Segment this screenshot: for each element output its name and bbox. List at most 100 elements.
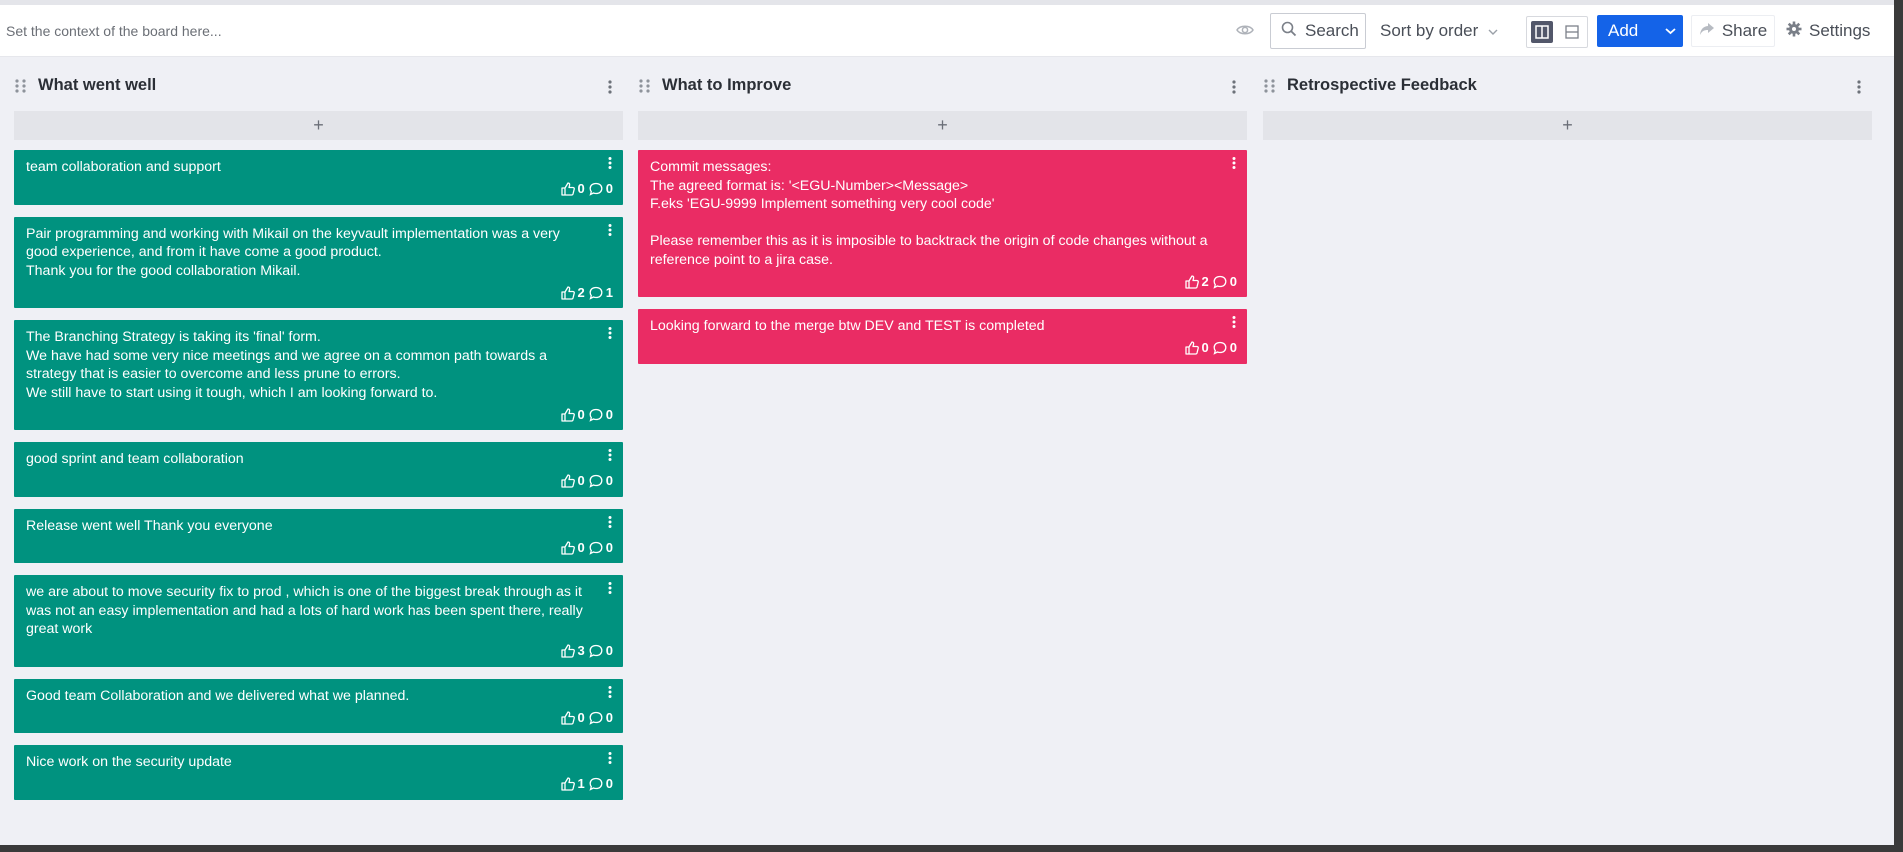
column-menu-icon[interactable] — [1230, 79, 1238, 95]
column-what-to-improve: What to Improve + Commit messages: The a… — [638, 70, 1248, 364]
board-context-input[interactable] — [6, 19, 606, 43]
retro-card[interactable]: Nice work on the security update 1 0 — [14, 745, 623, 800]
card-menu-icon[interactable] — [607, 685, 613, 699]
comment-count: 0 — [605, 709, 613, 725]
like-count: 2 — [577, 284, 585, 300]
comment-count: 0 — [605, 181, 613, 196]
like-button[interactable]: 0 — [560, 539, 585, 558]
comment-button[interactable]: 0 — [1213, 339, 1237, 358]
board-toolbar: Search Sort by order Add — [0, 5, 1894, 57]
like-button[interactable]: 0 — [560, 709, 585, 728]
column-menu-icon[interactable] — [1855, 79, 1863, 95]
retro-card[interactable]: The Branching Strategy is taking its 'fi… — [14, 320, 623, 430]
sort-label: Sort by order — [1380, 21, 1479, 40]
column-title: What went well — [38, 76, 157, 94]
share-button[interactable]: Share — [1691, 15, 1775, 47]
comment-button[interactable]: 0 — [589, 709, 613, 728]
comment-count: 0 — [605, 776, 613, 791]
comment-icon — [589, 286, 603, 300]
card-stats: 21 — [560, 284, 613, 303]
retro-card[interactable]: Looking forward to the merge btw DEV and… — [638, 309, 1247, 364]
card-menu-icon[interactable] — [607, 156, 613, 170]
card-text: we are about to move security fix to pro… — [26, 584, 587, 637]
comment-button[interactable]: 0 — [589, 775, 613, 794]
sort-dropdown[interactable]: Sort by order — [1380, 17, 1498, 45]
card-list: team collaboration and support 0 0 Pair pro… — [14, 150, 623, 812]
board-app: Search Sort by order Add — [0, 0, 1894, 845]
settings-button[interactable]: Settings — [1786, 15, 1870, 47]
comment-button[interactable]: 0 — [589, 180, 613, 199]
retro-card[interactable]: Release went well Thank you everyone 0 0 — [14, 508, 623, 563]
retro-card[interactable]: Good team Collaboration and we delivered… — [14, 678, 623, 733]
drag-handle-icon[interactable] — [638, 78, 652, 94]
comment-button[interactable]: 0 — [589, 472, 613, 491]
card-menu-icon[interactable] — [607, 326, 613, 340]
share-icon — [1699, 21, 1715, 41]
settings-label: Settings — [1809, 21, 1871, 40]
like-button[interactable]: 1 — [560, 775, 585, 794]
column-header: Retrospective Feedback — [1263, 70, 1873, 102]
search-button[interactable]: Search — [1270, 13, 1366, 49]
like-button[interactable]: 0 — [560, 180, 585, 199]
drag-handle-icon[interactable] — [1263, 78, 1277, 94]
like-count: 0 — [577, 539, 585, 555]
comment-button[interactable]: 1 — [589, 284, 613, 303]
share-label: Share — [1721, 21, 1768, 40]
card-menu-icon[interactable] — [607, 515, 613, 529]
card-menu-icon[interactable] — [607, 581, 613, 595]
row-view-icon[interactable] — [1561, 21, 1583, 43]
like-count: 2 — [1201, 273, 1209, 289]
like-count: 0 — [577, 181, 585, 196]
gear-icon — [1786, 21, 1802, 42]
like-button[interactable]: 2 — [1184, 273, 1209, 292]
comment-icon — [589, 711, 603, 725]
column-what-went-well: What went well + team collaboration and … — [14, 70, 624, 800]
chevron-down-icon[interactable] — [1657, 27, 1683, 35]
like-button[interactable]: 0 — [560, 406, 585, 425]
like-count: 0 — [577, 473, 585, 488]
drag-handle-icon[interactable] — [14, 78, 28, 94]
comment-button[interactable]: 0 — [589, 406, 613, 425]
card-menu-icon[interactable] — [1231, 156, 1237, 170]
like-count: 0 — [1201, 340, 1209, 355]
like-count: 0 — [577, 709, 585, 725]
card-text: Looking forward to the merge btw DEV and… — [650, 318, 1045, 334]
add-button[interactable]: Add — [1597, 15, 1683, 47]
column-view-icon[interactable] — [1531, 21, 1553, 43]
retro-card[interactable]: we are about to move security fix to pro… — [14, 575, 623, 667]
card-menu-icon[interactable] — [607, 751, 613, 765]
card-stats: 00 — [560, 472, 613, 491]
retro-card[interactable]: team collaboration and support 0 0 — [14, 150, 623, 205]
like-button[interactable]: 0 — [560, 472, 585, 491]
like-button[interactable]: 3 — [560, 642, 585, 661]
column-header: What to Improve — [638, 70, 1248, 102]
thumbs-up-icon — [1184, 275, 1199, 289]
column-menu-icon[interactable] — [606, 79, 614, 95]
like-button[interactable]: 2 — [560, 284, 585, 303]
card-menu-icon[interactable] — [607, 223, 613, 237]
thumbs-up-icon — [560, 777, 575, 791]
comment-button[interactable]: 0 — [1213, 273, 1237, 292]
add-card-button[interactable]: + — [638, 111, 1247, 140]
card-text: team collaboration and support — [26, 159, 221, 175]
thumbs-up-icon — [560, 286, 575, 300]
add-card-button[interactable]: + — [14, 111, 623, 140]
like-button[interactable]: 0 — [1184, 339, 1209, 358]
card-menu-icon[interactable] — [1231, 315, 1237, 329]
comment-button[interactable]: 0 — [589, 642, 613, 661]
thumbs-up-icon — [560, 408, 575, 422]
add-card-button[interactable]: + — [1263, 111, 1872, 140]
retro-card[interactable]: good sprint and team collaboration 0 0 — [14, 442, 623, 497]
card-text: good sprint and team collaboration — [26, 451, 244, 467]
card-menu-icon[interactable] — [607, 448, 613, 462]
retro-card[interactable]: Pair programming and working with Mikail… — [14, 216, 623, 308]
card-text: Nice work on the security update — [26, 754, 232, 770]
card-text: Commit messages: The agreed format is: '… — [650, 159, 1208, 268]
comment-count: 0 — [605, 406, 613, 422]
eye-icon[interactable] — [1236, 22, 1254, 38]
retro-card[interactable]: Commit messages: The agreed format is: '… — [638, 150, 1247, 297]
card-text: Good team Collaboration and we delivered… — [26, 687, 410, 704]
thumbs-up-icon — [560, 182, 575, 196]
comment-button[interactable]: 0 — [589, 539, 613, 558]
card-list: Commit messages: The agreed format is: '… — [638, 150, 1247, 376]
